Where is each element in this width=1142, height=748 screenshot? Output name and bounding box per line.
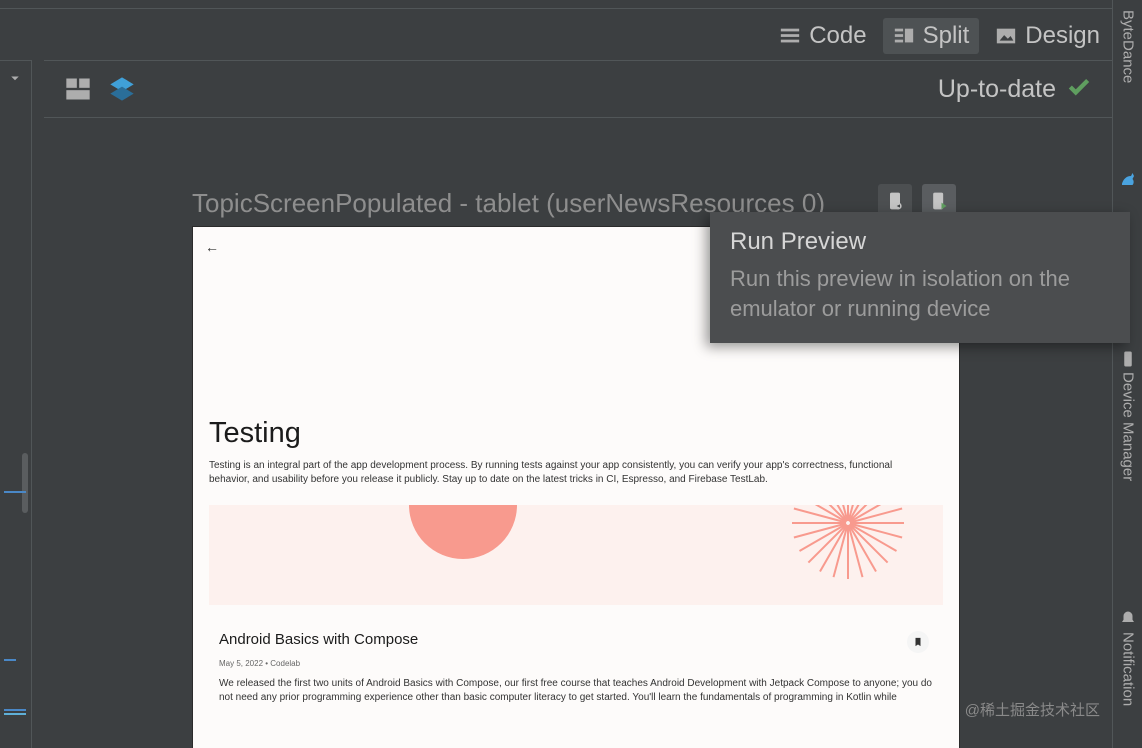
rail-device-manager[interactable]: Device Manager	[1117, 350, 1139, 481]
right-tool-rail: ByteDance Device Manager Notification	[1112, 0, 1142, 748]
top-divider	[0, 8, 1112, 9]
gutter-marker	[4, 491, 26, 493]
preview-toolbar: Up-to-date	[44, 60, 1112, 118]
news-card-meta: May 5, 2022 • Codelab	[219, 659, 300, 668]
tab-code-label: Code	[809, 22, 866, 50]
circle-decoration	[409, 505, 517, 559]
layers-icon[interactable]	[108, 75, 136, 103]
view-mode-tabs: Code Split Design	[769, 18, 1110, 54]
build-status: Up-to-date	[938, 75, 1056, 104]
tab-split-label: Split	[923, 22, 970, 50]
chevron-down-icon[interactable]	[6, 69, 24, 92]
tab-design[interactable]: Design	[985, 18, 1110, 54]
image-icon	[995, 25, 1017, 47]
gutter-marker	[4, 709, 26, 711]
topic-description: Testing is an integral part of the app d…	[209, 459, 919, 487]
tab-split[interactable]: Split	[883, 18, 980, 54]
rail-notifications[interactable]: Notification	[1117, 610, 1139, 706]
rail-horse-icon[interactable]	[1117, 170, 1139, 188]
run-preview-tooltip: Run Preview Run this preview in isolatio…	[710, 212, 1130, 343]
back-arrow-icon[interactable]: ←	[205, 239, 219, 255]
news-card-body: We released the first two units of Andro…	[219, 677, 933, 705]
tooltip-body: Run this preview in isolation on the emu…	[730, 264, 1110, 323]
gutter-marker	[4, 713, 26, 715]
split-icon	[893, 25, 915, 47]
tab-code[interactable]: Code	[769, 18, 876, 54]
decorative-band	[209, 505, 943, 605]
news-card-title: Android Basics with Compose	[219, 631, 418, 648]
gutter-marker	[4, 659, 16, 661]
bookmark-button[interactable]	[907, 631, 929, 653]
topic-heading: Testing	[209, 417, 301, 450]
sunburst-decoration	[789, 505, 909, 583]
checkmark-icon	[1066, 74, 1092, 105]
tooltip-title: Run Preview	[730, 228, 1110, 256]
tab-design-label: Design	[1025, 22, 1100, 50]
editor-gutter	[0, 60, 32, 748]
layout-icon[interactable]	[64, 75, 92, 103]
hamburger-icon	[779, 25, 801, 47]
minimap-scrollbar[interactable]	[22, 453, 28, 513]
watermark: @稀土掘金技术社区	[965, 699, 1100, 720]
rail-bytedance[interactable]: ByteDance	[1117, 10, 1139, 83]
